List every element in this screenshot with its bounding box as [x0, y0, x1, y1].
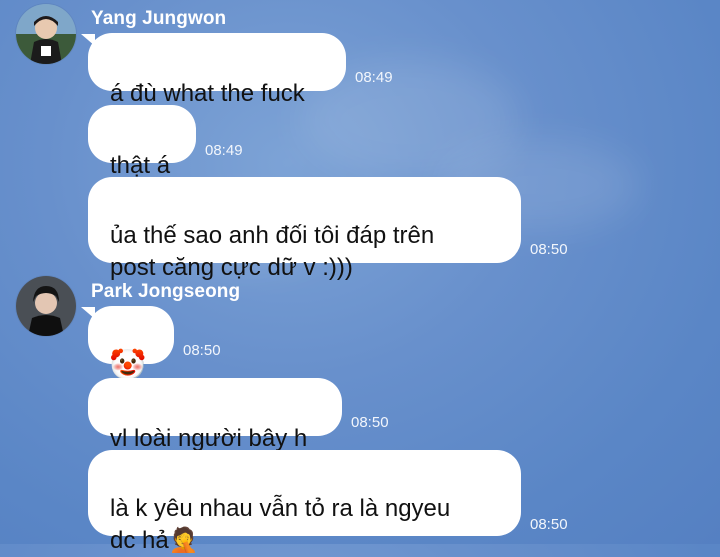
message-time: 08:50	[530, 241, 568, 258]
sender-name: Park Jongseong	[91, 281, 241, 302]
message-time: 08:49	[205, 142, 243, 159]
avatar-park-jongseong[interactable]	[16, 276, 76, 336]
message-bubble[interactable]: vl loài người bây h	[88, 378, 342, 452]
message-bubble[interactable]: á đù what the fuck	[88, 33, 346, 107]
message-text: á đù what the fuck	[110, 80, 305, 107]
message-text: thật á	[110, 152, 171, 179]
message-text: vl loài người bây h	[110, 425, 308, 452]
message-bubble[interactable]: ủa thế sao anh đối tôi đáp trên post căn…	[88, 177, 521, 281]
message-bubble[interactable]: 🤡	[88, 306, 174, 381]
message-time: 08:50	[351, 414, 389, 431]
message-bubble[interactable]: là k yêu nhau vẫn tỏ ra là ngyeu dc hả🤦	[88, 450, 521, 554]
message-time: 08:50	[530, 516, 568, 533]
message-time: 08:50	[183, 342, 221, 359]
avatar-yang-jungwon[interactable]	[16, 4, 76, 64]
message-time: 08:49	[355, 69, 393, 86]
message-bubble[interactable]: thật á	[88, 105, 196, 179]
sender-name: Yang Jungwon	[91, 8, 227, 29]
message-text: là k yêu nhau vẫn tỏ ra là ngyeu dc hả🤦	[110, 495, 451, 554]
message-text: ủa thế sao anh đối tôi đáp trên post căn…	[110, 222, 435, 281]
